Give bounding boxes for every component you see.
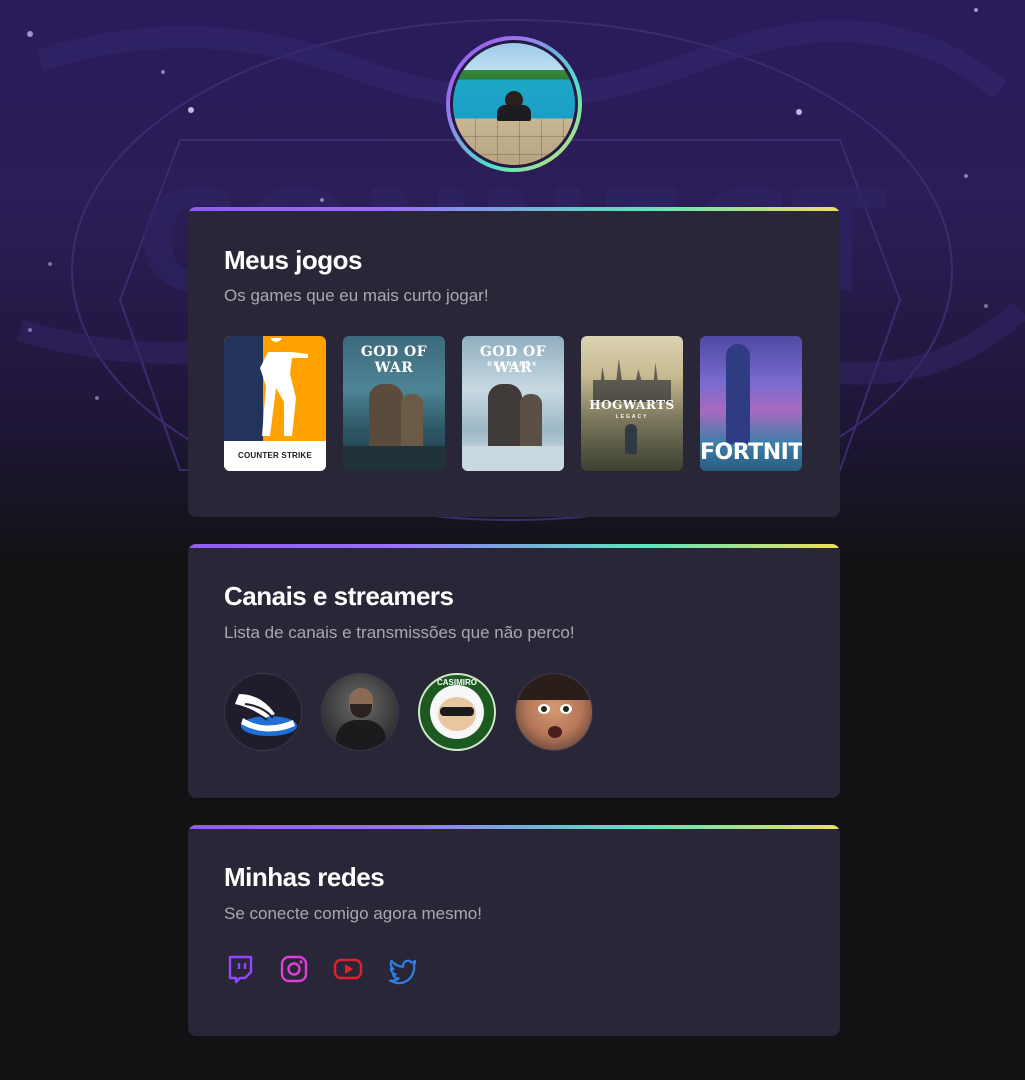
games-list: COUNTER STRIKE GOD OF WAR GOD OF WAR RAG… (224, 336, 802, 471)
right-eye (560, 704, 572, 714)
hogwarts-title: HOGWARTS (589, 398, 675, 412)
boat (343, 446, 445, 471)
winged-shoe-icon (235, 694, 297, 736)
fortnite-hero-figure (726, 344, 750, 444)
channels-title: Canais e streamers (224, 581, 454, 611)
game-god-of-war[interactable]: GOD OF WAR (343, 336, 445, 471)
kratos-figure (488, 384, 522, 454)
wizard-figure (625, 424, 637, 454)
channels-subtitle: Lista de canais e transmissões que não p… (224, 623, 575, 642)
socials-card: Minhas redes Se conecte comigo agora mes… (188, 825, 840, 1036)
youtube-icon[interactable] (332, 953, 364, 985)
cs-logo-text: COUNTER STRIKE (238, 451, 312, 461)
streamer-body (336, 720, 386, 750)
castle-silhouette (593, 358, 671, 402)
socials-subtitle: Se conecte comigo agora mesmo! (224, 904, 482, 923)
socials-title: Minhas redes (224, 862, 385, 892)
person-body (497, 105, 531, 121)
gowr-subtitle: RAGNARÖK (487, 362, 539, 368)
fortnite-title: FORTNITE (700, 440, 802, 465)
gow-title: GOD OF WAR (360, 344, 428, 376)
games-card: Meus jogos Os games que eu mais curto jo… (188, 207, 840, 517)
streamer-hair (516, 674, 592, 700)
channel-winged-shoe[interactable] (224, 673, 302, 751)
channel-streamer-photo[interactable] (321, 673, 399, 751)
soldier-silhouette-icon (260, 338, 308, 436)
left-eye (538, 704, 550, 714)
snow-ground (462, 446, 564, 471)
atreus-figure (401, 394, 423, 452)
cs-logo-strip: COUNTER STRIKE (224, 441, 326, 471)
channel-streamer-face[interactable] (515, 673, 593, 751)
profile-avatar[interactable] (446, 36, 582, 172)
twitch-icon[interactable] (224, 953, 256, 985)
atreus-figure (520, 394, 542, 452)
avatar-image (450, 40, 578, 168)
game-hogwarts-legacy[interactable]: HOGWARTS LEGACY (581, 336, 683, 471)
channels-list: CASIMIRO (224, 673, 593, 751)
gowr-title: GOD OF WAR (479, 344, 547, 376)
game-god-of-war-ragnarok[interactable]: GOD OF WAR RAGNARÖK (462, 336, 564, 471)
games-title: Meus jogos (224, 245, 363, 275)
game-counter-strike[interactable]: COUNTER STRIKE (224, 336, 326, 471)
hogwarts-subtitle: LEGACY (615, 414, 649, 420)
casimiro-glasses (440, 707, 474, 716)
game-fortnite[interactable]: FORTNITE (700, 336, 802, 471)
games-subtitle: Os games que eu mais curto jogar! (224, 286, 489, 305)
channels-card: Canais e streamers Lista de canais e tra… (188, 544, 840, 798)
open-mouth (548, 726, 562, 738)
instagram-icon[interactable] (278, 953, 310, 985)
social-links (224, 953, 418, 985)
channel-casimiro[interactable]: CASIMIRO (418, 673, 496, 751)
twitter-icon[interactable] (386, 953, 418, 985)
pool-deck (453, 118, 575, 165)
kratos-figure (369, 384, 403, 454)
